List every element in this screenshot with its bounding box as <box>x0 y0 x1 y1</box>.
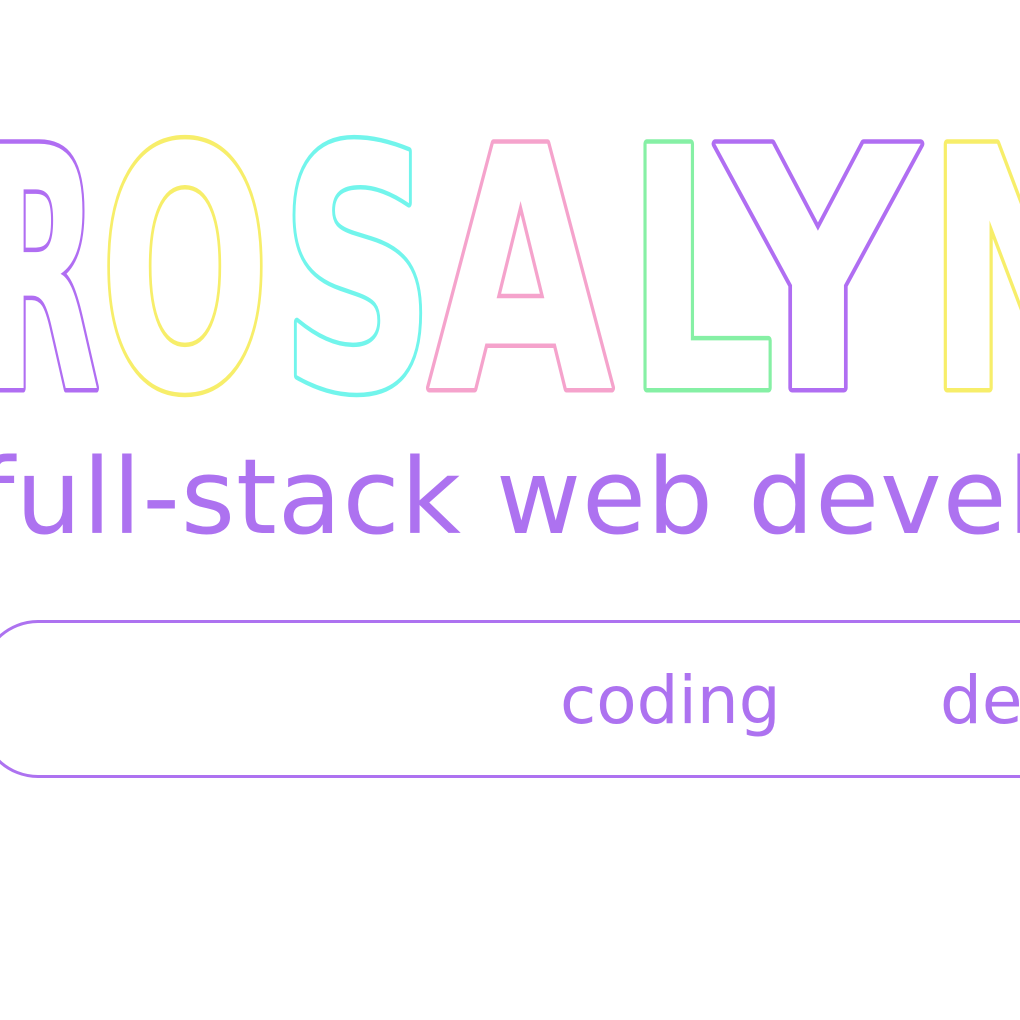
logo-letter-r: R <box>0 120 100 410</box>
logo-letter-o: O <box>100 120 270 410</box>
page-subtitle: full-stack web developer <box>0 436 1020 558</box>
logo-letter-s: S <box>280 120 435 410</box>
logo-letter-n: N <box>925 120 1020 410</box>
logo: R O S A L Y N <box>0 120 1020 410</box>
nav-bar <box>0 620 1020 778</box>
logo-letter-y: Y <box>714 120 921 410</box>
nav-link-coding[interactable]: coding <box>560 664 781 738</box>
page: R O S A L Y N full-stack web developer c… <box>0 0 1020 1020</box>
logo-wordmark: R O S A L Y N <box>0 120 1020 410</box>
logo-letter-a: A <box>428 120 615 410</box>
nav-link-design[interactable]: design <box>940 664 1020 738</box>
